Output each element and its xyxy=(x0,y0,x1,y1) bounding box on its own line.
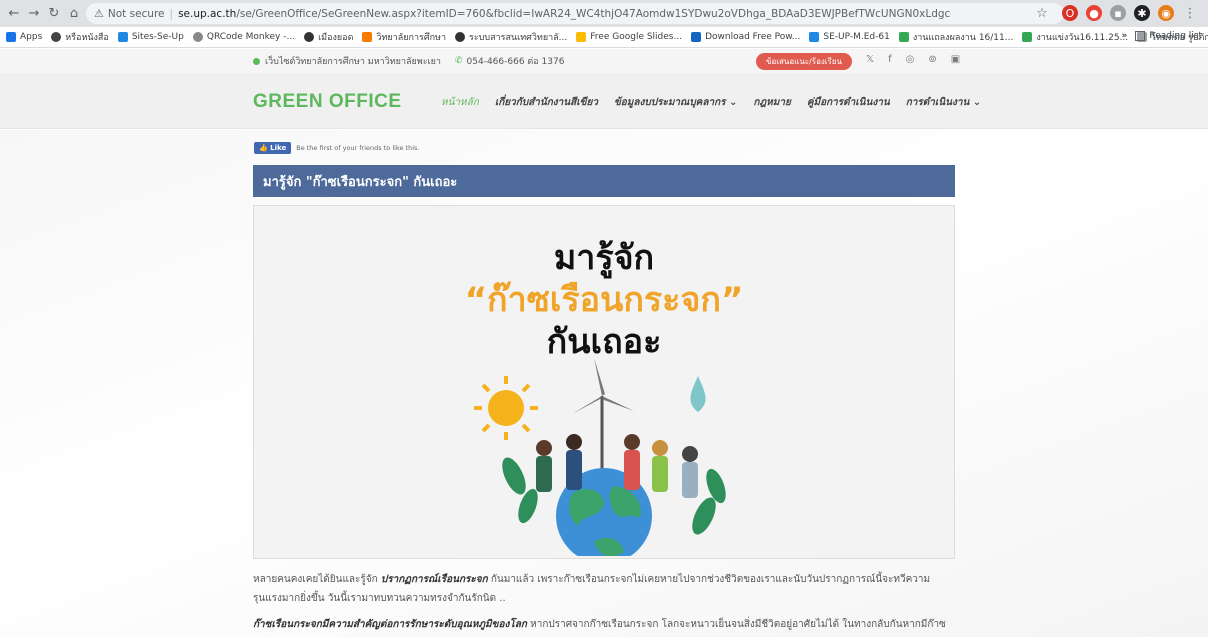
bookmark-item[interactable]: Free Google Slides... xyxy=(576,32,682,42)
bookmark-item[interactable]: วิทยาลัยการศึกษา xyxy=(362,30,446,44)
reload-icon[interactable]: ↻ xyxy=(46,5,62,23)
linkedin-icon[interactable]: ▣ xyxy=(951,54,960,65)
nav-about[interactable]: เกี่ยวกับสำนักงานสีเขียว xyxy=(495,95,598,110)
bookmark-item[interactable]: Download Free Pow... xyxy=(691,32,800,42)
fb-like-button[interactable]: 👍 Like xyxy=(254,142,292,154)
bookmark-item[interactable]: หรือหนังสือ xyxy=(51,30,109,44)
main-nav: หน้าหลัก เกี่ยวกับสำนักงานสีเขียว ข้อมูล… xyxy=(441,95,981,110)
site-link[interactable]: เว็บไซต์วิทยาลัยการศึกษา มหาวิทยาลัยพะเย… xyxy=(253,54,441,68)
contact-info: เว็บไซต์วิทยาลัยการศึกษา มหาวิทยาลัยพะเย… xyxy=(253,54,564,68)
browser-toolbar: ← → ↻ ⌂ ⚠ Not secure | se.up.ac.th /se/G… xyxy=(0,0,1208,27)
article-paragraph-1: หลายคนคงเคยได้ยินและรู้จัก ปรากฏการณ์เรื… xyxy=(253,574,931,604)
bookmark-item[interactable]: เมืองยอด xyxy=(304,30,353,44)
globe-icon xyxy=(253,57,260,65)
bookmark-item[interactable]: SE-UP-M.Ed-61 xyxy=(809,32,890,42)
twitter-icon[interactable]: 𝕏 xyxy=(866,54,874,65)
home-icon[interactable]: ⌂ xyxy=(66,5,82,23)
skype-icon[interactable]: ⊚ xyxy=(928,54,936,65)
nav-home[interactable]: หน้าหลัก xyxy=(441,95,479,110)
web-page: เว็บไซต์วิทยาลัยการศึกษา มหาวิทยาลัยพะเย… xyxy=(0,49,1208,637)
url-path: /se/GreenOffice/SeGreenNew.aspx?itemID=7… xyxy=(236,7,951,20)
record-extension-icon[interactable]: ● xyxy=(1086,5,1102,21)
reading-list-button[interactable]: Reading list xyxy=(1149,31,1202,41)
star-icon[interactable]: ☆ xyxy=(1034,4,1050,22)
water-drop-icon xyxy=(690,376,706,412)
apps-grid-icon xyxy=(6,32,16,42)
feedback-button[interactable]: ข้อเสนอแนะ/ร้องเรียน xyxy=(756,53,852,70)
site-icon xyxy=(455,32,466,42)
slides-icon xyxy=(576,32,587,42)
separator: | xyxy=(169,7,174,20)
drive-icon xyxy=(898,32,909,42)
site-header: GREEN OFFICE หน้าหลัก เกี่ยวกับสำนักงานส… xyxy=(0,73,1208,129)
drive-icon xyxy=(1022,32,1033,42)
browser-actions: ☆ O ● ▪ ✱ ◉ ⋮ xyxy=(1034,4,1202,22)
address-bar[interactable]: ⚠ Not secure | se.up.ac.th /se/GreenOffi… xyxy=(86,3,1064,24)
fb-like-text: Be the first of your friends to like thi… xyxy=(296,144,420,152)
nav-operations[interactable]: การดำเนินงาน ⌄ xyxy=(906,95,981,110)
phone-contact: ✆ 054-466-666 ต่อ 1376 xyxy=(454,56,565,67)
nav-budget[interactable]: ข้อมูลงบประมาณบุคลากร ⌄ xyxy=(614,95,737,110)
sun-icon xyxy=(474,376,538,440)
sites-icon xyxy=(117,32,128,42)
site-logo[interactable]: GREEN OFFICE xyxy=(253,91,402,113)
facebook-icon[interactable]: f xyxy=(888,54,892,65)
bookmarks-bar: Apps หรือหนังสือ Sites-Se-Up QRCode Monk… xyxy=(0,27,1208,48)
menu-dots-icon[interactable]: ⋮ xyxy=(1182,4,1198,22)
forward-arrow-icon[interactable]: → xyxy=(26,5,42,23)
facebook-like: 👍 Like Be the first of your friends to l… xyxy=(254,142,419,154)
article-poster: มารู้จัก “ก๊าซเรือนกระจก” กันเถอะ xyxy=(253,205,955,559)
download-icon xyxy=(691,32,702,42)
site-icon xyxy=(51,32,62,42)
more-bookmarks-button[interactable]: » xyxy=(1122,31,1128,41)
security-label: Not secure xyxy=(107,7,165,20)
bookmark-item[interactable]: งานแถลงผลงาน 16/11... xyxy=(898,30,1013,44)
top-info-bar: เว็บไซต์วิทยาลัยการศึกษา มหาวิทยาลัยพะเย… xyxy=(0,49,1208,73)
article-body: หลายคนคงเคยได้ยินและรู้จัก ปรากฏการณ์เรื… xyxy=(253,570,958,634)
profile-icon[interactable]: ◉ xyxy=(1158,5,1174,21)
earth-people-illustration xyxy=(474,358,726,556)
bookmark-item[interactable]: QRCode Monkey -... xyxy=(192,32,295,42)
bookmarks-right: » Reading list xyxy=(1122,31,1202,41)
phone-icon: ✆ xyxy=(454,56,463,66)
bookmark-apps[interactable]: Apps xyxy=(6,32,42,42)
qrcode-icon xyxy=(192,32,203,42)
article-title: มารู้จัก "ก๊าซเรือนกระจก" กันเถอะ xyxy=(253,165,955,197)
url-host: se.up.ac.th xyxy=(178,7,237,20)
site-icon xyxy=(304,32,315,42)
extension-icon[interactable]: ▪ xyxy=(1110,5,1126,21)
opera-extension-icon[interactable]: O xyxy=(1062,5,1078,21)
bookmark-item[interactable]: งานแข่งวัน16.11.25... xyxy=(1022,30,1128,44)
reading-list-icon xyxy=(1135,31,1146,41)
site-icon xyxy=(362,32,373,42)
article-paragraph-2: ก๊าซเรือนกระจกมีความสำคัญต่อการรักษาระดั… xyxy=(253,619,946,630)
bookmark-item[interactable]: Sites-Se-Up xyxy=(117,32,184,42)
warning-icon: ⚠ xyxy=(94,7,104,20)
puzzle-icon[interactable]: ✱ xyxy=(1134,5,1150,21)
sites-icon xyxy=(809,32,820,42)
back-arrow-icon[interactable]: ← xyxy=(6,5,22,23)
nav-law[interactable]: กฎหมาย xyxy=(753,95,790,110)
bookmark-item[interactable]: ระบบสารสนเทศวิทยาลั... xyxy=(455,30,567,44)
social-links: 𝕏 f ◎ ⊚ ▣ xyxy=(866,54,960,65)
instagram-icon[interactable]: ◎ xyxy=(906,54,915,65)
nav-manual[interactable]: คู่มือการดำเนินงาน xyxy=(807,95,890,110)
